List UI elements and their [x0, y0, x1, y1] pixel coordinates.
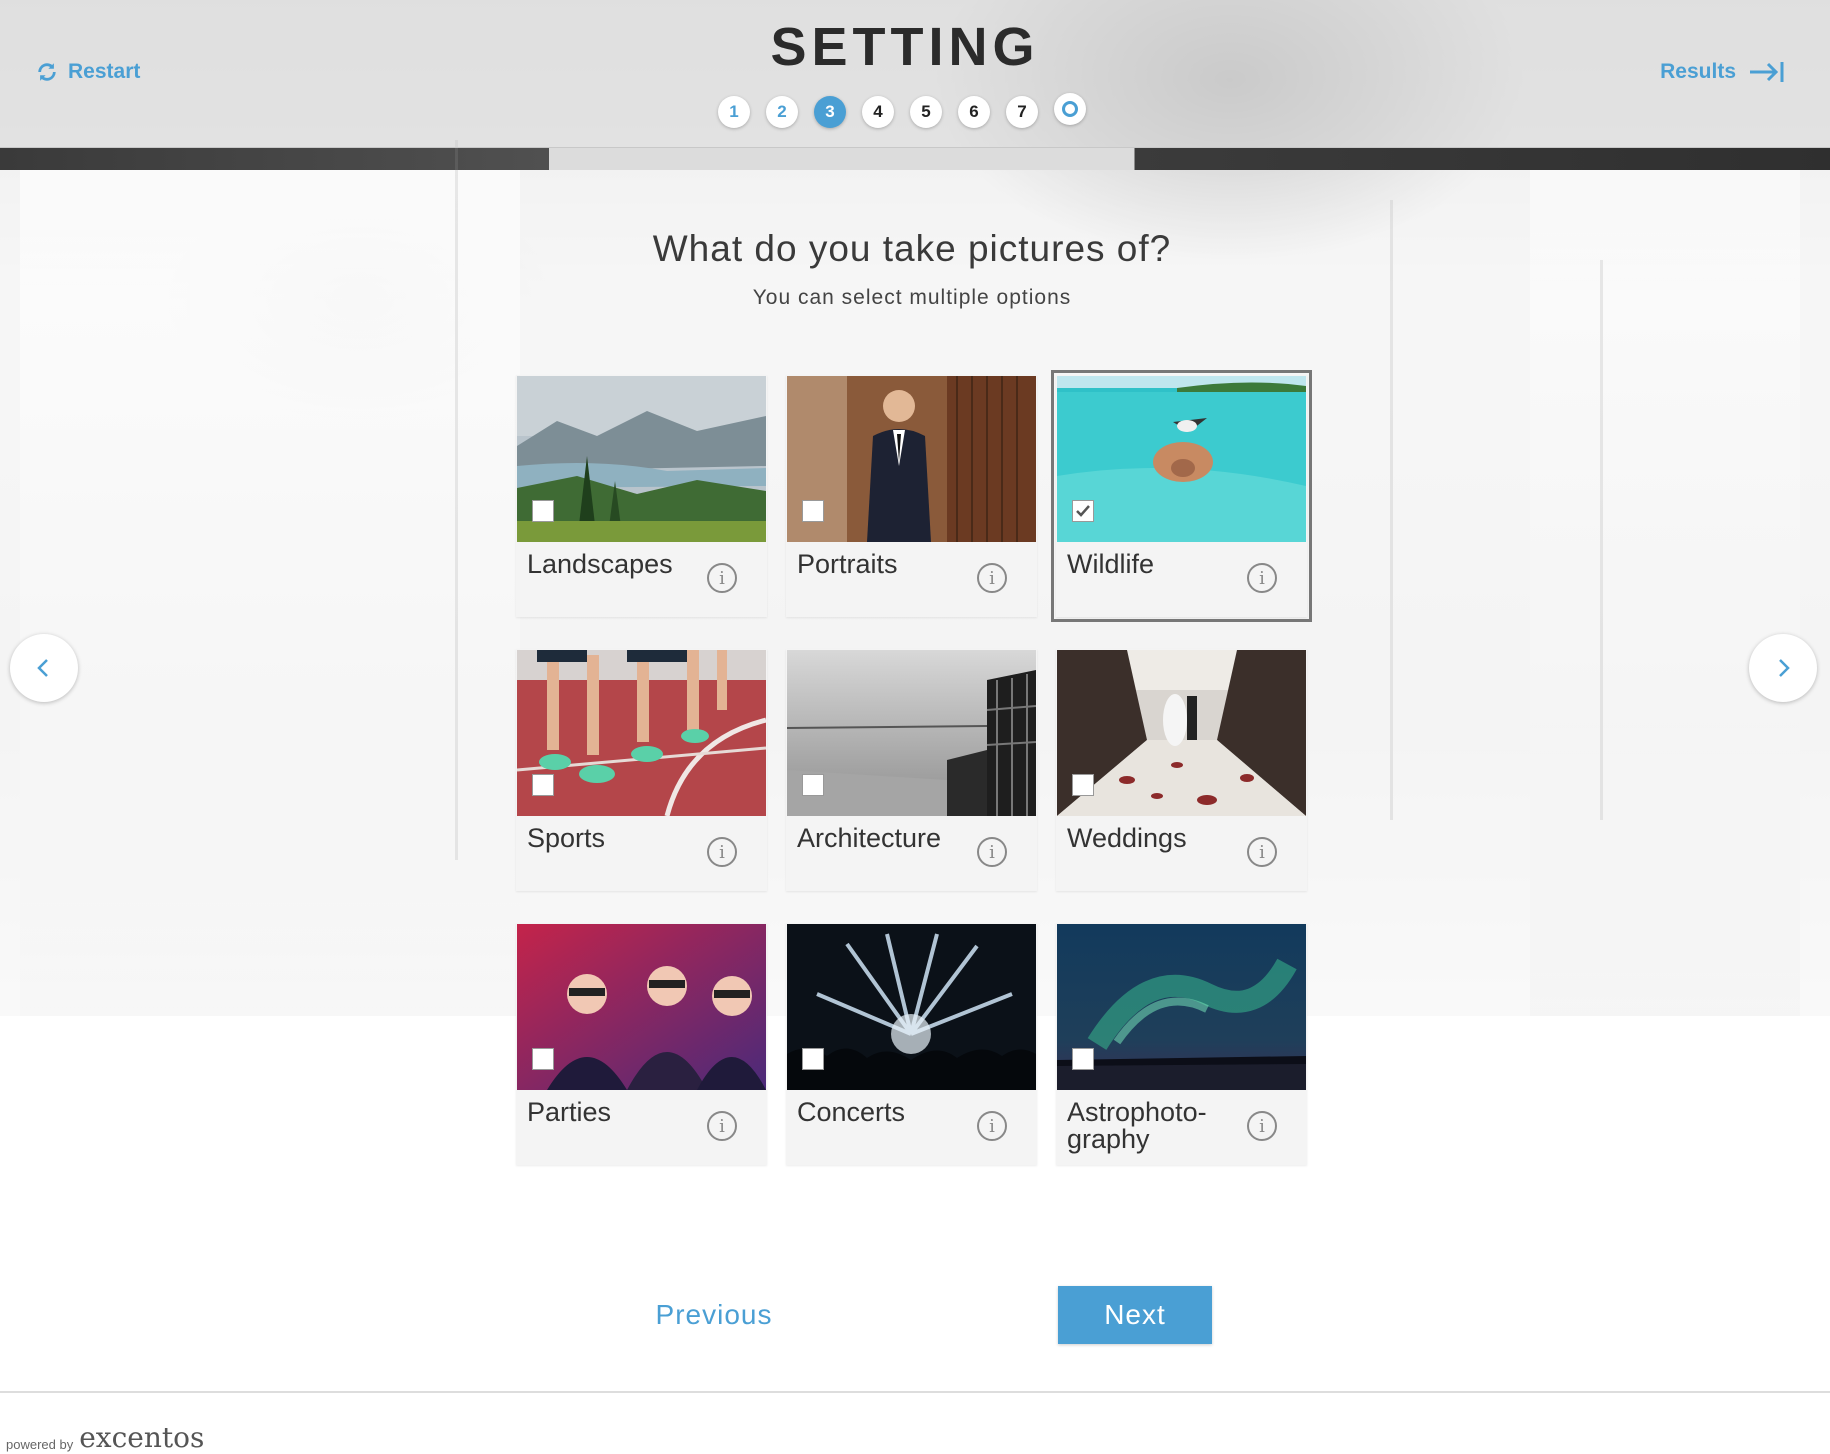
option-label: Astrophoto- graphy	[1067, 1097, 1207, 1154]
option-card-architecture[interactable]: Architecture i	[786, 649, 1037, 891]
chevron-right-icon	[1779, 659, 1790, 677]
arrow-to-end-icon	[1750, 62, 1784, 82]
astrophotography-photo	[1057, 924, 1306, 1090]
option-card-weddings[interactable]: Weddings i	[1056, 649, 1307, 891]
info-icon[interactable]: i	[1247, 837, 1277, 867]
question-title: What do you take pictures of?	[652, 228, 1172, 269]
option-card-astrophotography[interactable]: Astrophoto- graphy i	[1056, 923, 1307, 1165]
info-icon[interactable]: i	[977, 837, 1007, 867]
footer-divider	[0, 1391, 1830, 1393]
option-label: Concerts	[797, 1097, 906, 1127]
info-icon[interactable]: i	[977, 563, 1007, 593]
option-checkbox[interactable]	[532, 500, 554, 522]
next-button[interactable]: Next	[1058, 1286, 1212, 1344]
concerts-photo	[787, 924, 1036, 1090]
info-icon[interactable]: i	[1247, 1111, 1277, 1141]
option-card-portraits[interactable]: Portraits i	[786, 375, 1037, 617]
option-checkbox[interactable]	[802, 774, 824, 796]
option-checkbox[interactable]	[802, 500, 824, 522]
option-checkbox[interactable]	[532, 774, 554, 796]
parties-photo	[517, 924, 766, 1090]
info-icon[interactable]: i	[707, 563, 737, 593]
options-grid: Landscapes i Portraits i Wildlife i Spor…	[516, 370, 1312, 1165]
option-checkbox[interactable]	[532, 1048, 554, 1070]
option-card-wildlife[interactable]: Wildlife i	[1051, 370, 1312, 622]
option-label: Sports	[527, 823, 606, 853]
step-indicator: 1 2 3 4 5 6 7	[718, 93, 1086, 128]
info-icon[interactable]: i	[707, 837, 737, 867]
step-6[interactable]: 6	[958, 96, 990, 128]
option-label: Wildlife	[1067, 549, 1155, 579]
option-checkbox[interactable]	[1072, 1048, 1094, 1070]
step-7[interactable]: 7	[1006, 96, 1038, 128]
option-checkbox[interactable]	[1072, 774, 1094, 796]
question-hint: You can select multiple options	[752, 286, 1072, 309]
previous-button[interactable]: Previous	[634, 1284, 794, 1346]
step-results[interactable]	[1054, 93, 1086, 125]
page-title: SETTING	[770, 17, 1040, 77]
info-icon[interactable]: i	[707, 1111, 737, 1141]
step-2[interactable]: 2	[766, 96, 798, 128]
weddings-photo	[1057, 650, 1306, 816]
info-icon[interactable]: i	[1247, 563, 1277, 593]
brand-logo[interactable]: excentos	[79, 1424, 204, 1452]
option-card-landscapes[interactable]: Landscapes i	[516, 375, 767, 617]
step-5[interactable]: 5	[910, 96, 942, 128]
header-bar: Restart SETTING 1 2 3 4 5 6 7 Results	[0, 0, 1830, 148]
next-slide-button[interactable]	[1749, 634, 1817, 702]
option-label: Parties	[527, 1097, 612, 1127]
step-1[interactable]: 1	[718, 96, 750, 128]
option-label: Architecture	[797, 823, 942, 853]
portrait-photo	[787, 376, 1036, 542]
checkmark-icon	[1076, 505, 1090, 517]
architecture-photo	[787, 650, 1036, 816]
chevron-left-icon	[37, 659, 48, 677]
option-card-concerts[interactable]: Concerts i	[786, 923, 1037, 1165]
option-checkbox[interactable]	[802, 1048, 824, 1070]
option-label: Portraits	[797, 549, 898, 579]
results-label: Results	[1660, 60, 1736, 83]
results-ring-icon	[1062, 101, 1078, 117]
option-label: Weddings	[1067, 823, 1187, 853]
powered-by: powered by excentos	[6, 1424, 204, 1453]
powered-by-label: powered by	[6, 1437, 74, 1452]
sports-photo	[517, 650, 766, 816]
wildlife-photo	[1057, 376, 1306, 542]
info-icon[interactable]: i	[977, 1111, 1007, 1141]
step-4[interactable]: 4	[862, 96, 894, 128]
background-strip	[0, 148, 1830, 170]
landscape-photo	[517, 376, 766, 542]
option-card-sports[interactable]: Sports i	[516, 649, 767, 891]
step-3[interactable]: 3	[814, 96, 846, 128]
option-label: Landscapes	[527, 549, 673, 579]
option-card-parties[interactable]: Parties i	[516, 923, 767, 1165]
option-checkbox[interactable]	[1072, 500, 1094, 522]
results-button[interactable]: Results	[1660, 60, 1786, 84]
previous-slide-button[interactable]	[10, 634, 78, 702]
